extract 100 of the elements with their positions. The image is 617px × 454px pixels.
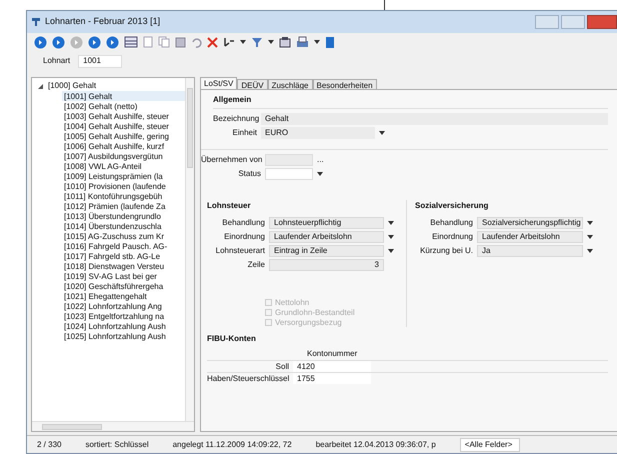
tree-item[interactable]: [1009] Leistungsprämien (la xyxy=(62,171,185,181)
record-count: 2 / 330 xyxy=(37,438,62,450)
checkbox-label: Nettolohn xyxy=(275,296,310,308)
tree-item[interactable]: [1015] AG-Zuschuss zum Kr xyxy=(62,231,185,241)
checkbox-label: Versorgungsbezug xyxy=(275,316,342,328)
fields-dropdown[interactable]: <Alle Felder> xyxy=(460,438,520,452)
delete-icon[interactable] xyxy=(207,36,218,48)
tree-item[interactable]: [1001] Gehalt xyxy=(62,91,185,101)
field-label: Einordnung xyxy=(431,230,473,242)
edited-info: bearbeitet 12.04.2013 09:36:07, p xyxy=(316,438,436,450)
caret-icon xyxy=(587,248,593,252)
browse-button[interactable]: ... xyxy=(317,154,324,166)
filter-icon[interactable] xyxy=(251,36,263,48)
tree-item[interactable]: [1018] Dienstwagen Versteu xyxy=(62,261,185,271)
tree-item[interactable]: [1017] Fahrgeld stb. AG-Le xyxy=(62,251,185,261)
tree-item[interactable]: [1023] Entgeltfortzahlung na xyxy=(62,311,185,321)
document-icon[interactable] xyxy=(143,36,153,48)
tree-item[interactable]: [1007] Ausbildungsvergütun xyxy=(62,151,185,161)
tree-item[interactable]: [1010] Provisionen (laufende xyxy=(62,181,185,191)
book-icon[interactable] xyxy=(325,36,335,48)
field-label: Behandlung xyxy=(429,216,473,228)
dropdown[interactable]: Laufender Arbeitslohn xyxy=(477,230,583,242)
tree-item[interactable]: [1025] Lohnfortzahlung Aush xyxy=(62,331,185,341)
tree-item[interactable]: [1003] Gehalt Aushilfe, steuer xyxy=(62,111,185,121)
maximize-button[interactable] xyxy=(561,15,585,29)
dropdown[interactable]: Lohnsteuerpflichtig xyxy=(269,216,384,228)
field-label: Status xyxy=(237,168,261,180)
tree-item[interactable]: [1002] Gehalt (netto) xyxy=(62,101,185,111)
nav-icon[interactable] xyxy=(106,36,119,48)
field-label: Übernehmen von xyxy=(201,154,261,166)
print-icon[interactable] xyxy=(296,36,309,48)
nav-icon[interactable] xyxy=(52,36,65,48)
field-label: Zeile xyxy=(246,258,265,270)
undo-icon[interactable] xyxy=(191,36,202,48)
close-button[interactable] xyxy=(587,15,617,29)
caret-icon xyxy=(379,130,385,134)
row-label: Haben/Steuerschlüssel xyxy=(207,372,289,384)
tree-item[interactable]: [1016] Fahrgeld Pausch. AG- xyxy=(62,241,185,251)
tree-item[interactable]: [1013] Überstundengrundlo xyxy=(62,211,185,221)
tree-item[interactable]: [1022] Lohnfortzahlung Ang xyxy=(62,301,185,311)
tree-item[interactable]: [1024] Lohnfortzahlung Aush xyxy=(62,321,185,331)
field-label: Lohnsteuerart xyxy=(214,244,265,256)
tab[interactable]: Zuschläge xyxy=(268,79,313,89)
vertical-scrollbar[interactable] xyxy=(185,78,194,421)
caret-icon xyxy=(587,234,593,238)
nav-icon[interactable] xyxy=(34,36,47,48)
caret-icon xyxy=(314,40,320,44)
caret-icon xyxy=(388,220,394,224)
dropdown[interactable]: Laufender Arbeitslohn xyxy=(269,230,384,242)
section-title: Sozialversicherung xyxy=(415,200,490,212)
tab[interactable]: DEÜV xyxy=(237,79,268,89)
section-title: Allgemein xyxy=(213,94,252,106)
tree-item[interactable]: [1000] Gehalt xyxy=(38,81,185,91)
status-dropdown[interactable] xyxy=(265,168,313,180)
app-icon xyxy=(31,17,41,27)
field-label: Einheit xyxy=(232,126,257,138)
dropdown[interactable]: Eintrag in Zeile xyxy=(269,244,384,256)
copy-icon[interactable] xyxy=(158,36,170,48)
account-field[interactable]: 1755 xyxy=(293,373,371,384)
account-field[interactable]: 4120 xyxy=(293,361,371,372)
number-field[interactable]: 3 xyxy=(269,258,384,270)
unit-dropdown[interactable]: EURO xyxy=(261,126,375,138)
save-icon[interactable] xyxy=(175,36,186,48)
caret-icon xyxy=(388,248,394,252)
caret-icon xyxy=(317,172,323,176)
expand-icon xyxy=(38,84,43,88)
sort-status: sortiert: Schlüssel xyxy=(85,438,149,450)
caret-icon xyxy=(240,40,246,44)
field-label: Behandlung xyxy=(221,216,265,228)
window-title: Lohnarten - Februar 2013 [1] xyxy=(45,15,160,28)
minimize-button[interactable] xyxy=(535,15,559,29)
tree-item[interactable]: [1021] Ehegattengehalt xyxy=(62,291,185,301)
name-field[interactable]: Gehalt xyxy=(261,112,608,124)
checkbox-label: Grundlohn-Bestandteil xyxy=(275,306,355,318)
field-label: Bezeichnung xyxy=(213,112,257,124)
caret-icon xyxy=(268,40,274,44)
grid-icon[interactable] xyxy=(124,36,138,48)
dropdown[interactable]: Sozialversicherungspflichtig xyxy=(477,216,583,228)
tree-item[interactable]: [1020] Geschäftsführergeha xyxy=(62,281,185,291)
caret-icon xyxy=(388,234,394,238)
tab[interactable]: LoSt/SV xyxy=(200,77,238,89)
tab[interactable]: Besonderheiten xyxy=(312,79,377,89)
horizontal-scrollbar[interactable] xyxy=(32,421,194,431)
tree-item[interactable]: [1011] Kontoführungsgebüh xyxy=(62,191,185,201)
tree-item[interactable]: [1014] Überstundenzuschla xyxy=(62,221,185,231)
tree-item[interactable]: [1019] SV-AG Last bei ger xyxy=(62,271,185,281)
section-title: FIBU-Konten xyxy=(207,333,257,345)
tree-item[interactable]: [1012] Prämien (laufende Za xyxy=(62,201,185,211)
tree-item[interactable]: [1004] Gehalt Aushilfe, steuer xyxy=(62,121,185,131)
sort-icon[interactable] xyxy=(223,36,235,48)
tree-item[interactable]: [1006] Gehalt Aushilfe, kurzf xyxy=(62,141,185,151)
dropdown[interactable]: Ja xyxy=(477,244,583,256)
section-title: Lohnsteuer xyxy=(207,200,252,212)
copy-field[interactable] xyxy=(265,154,313,166)
lohnart-field[interactable]: 1001 xyxy=(78,54,122,68)
tree-item[interactable]: [1008] VWL AG-Anteil xyxy=(62,161,185,171)
properties-icon[interactable] xyxy=(279,36,291,48)
tree-item[interactable]: [1005] Gehalt Aushilfe, gering xyxy=(62,131,185,141)
nav-icon[interactable] xyxy=(88,36,101,48)
field-label: Kürzung bei U. xyxy=(419,244,473,256)
